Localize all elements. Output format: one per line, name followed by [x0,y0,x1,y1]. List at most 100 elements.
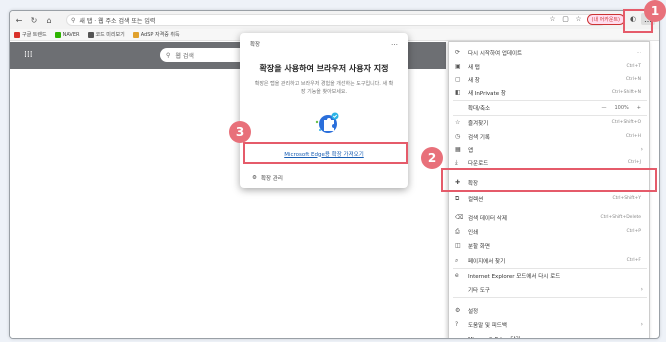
menu-shortcut: … [636,50,642,55]
profile-button[interactable]: (내 어카운트) [586,13,625,25]
menu-shortcut: Ctrl+Shift+Delete [600,215,641,220]
browser-toolbar: ← ↻ ⌂ ⚲ 새 탭 ‧ 웹 주소 검색 또는 입력 ☆ ▢ ☆ (내 어카운… [10,11,659,29]
menu-item-label: 컬렉션 [468,196,484,203]
menu-item[interactable]: ▦ 앱 › [449,143,649,156]
bookmark-label: AdSP 자격증 취득 [140,32,180,38]
menu-item-label: 다운로드 [468,160,489,167]
step-badge-1: 1 [644,0,666,22]
favorites-icon: ☆ [455,119,461,126]
menu-item-label: 확대/축소 [468,105,491,112]
favorites-icon[interactable]: ☆ [574,14,584,24]
bookmark-favicon-icon [87,31,94,38]
menu-item[interactable]: ⌕ 페이지에서 찾기 Ctrl+F [449,254,649,267]
manage-extensions-button[interactable]: ⚙ 확장 관리 [252,174,283,182]
menu-item[interactable]: ⟳ 다시 시작하여 업데이트… [449,46,649,59]
app-launcher-icon[interactable]: ⁞⁞⁞ [24,50,33,60]
chevron-right-icon: › [640,146,643,153]
menu-shortcut: Ctrl+F [626,258,641,263]
menu-item-label: 검색 데이터 삭제 [468,215,507,222]
menu-item-label: Microsoft Edge 닫기 [468,335,521,339]
inprivate-icon: ◧ [455,89,461,96]
menu-item[interactable]: e Internet Explorer 모드에서 다시 로드 [449,269,649,282]
menu-shortcut: Ctrl+T [626,64,641,69]
menu-item-label: 분할 화면 [468,243,490,250]
search-icon: ⚲ [166,51,171,59]
menu-item[interactable]: ⚙ 설정 [449,304,649,317]
popup-description: 확장은 탭을 관리하고 브라우저 경험을 개선하는 도구입니다. 새 확장 기능… [254,81,394,95]
bookmark-label: 코드 미리보기 [95,32,125,38]
menu-item-label: 새 탭 [468,64,480,71]
menu-item-label: 앱 [468,147,474,154]
step-badge-2: 2 [421,147,443,169]
menu-shortcut: Ctrl+J [627,160,641,165]
bookmark-favicon-icon [54,31,61,38]
bookmark-label: 구글 트렌드 [22,32,47,38]
back-icon[interactable]: ← [13,14,25,26]
menu-item[interactable]: ⌫ 검색 데이터 삭제 Ctrl+Shift+Delete [449,211,649,224]
zoom-out-button[interactable]: — [602,105,607,111]
menu-item[interactable]: Microsoft Edge 닫기 [449,332,649,339]
bookmark-favicon-icon [132,31,139,38]
popup-header: 확장 [250,42,261,48]
extensions-popup: 확장 … 확장을 사용하여 브라우저 사용자 지정 확장은 탭을 관리하고 브라… [240,33,408,188]
bookmark-item[interactable]: AdSP 자격증 취득 [132,31,180,38]
gear-icon: ⚙ [252,175,257,181]
new-window-icon: ▢ [455,76,461,83]
menu-item-label: 도움말 및 피드백 [468,322,507,329]
apps-icon: ▦ [455,146,461,153]
bookmark-item[interactable]: NAVER [54,31,80,38]
settings-icon: ⚙ [455,307,461,314]
ie-mode-icon: e [455,272,459,279]
zoom-in-button[interactable]: + [637,105,641,111]
history-icon: ◷ [455,133,461,140]
search-icon: ⚲ [71,16,76,24]
help-icon: ? [455,321,459,328]
menu-shortcut: Ctrl+Shift+O [611,120,641,125]
popup-more-button[interactable]: … [391,39,398,47]
highlight-extensions-item [441,168,657,192]
menu-item[interactable]: ? 도움말 및 피드백 › [449,318,649,331]
print-icon: ⎙ [455,227,460,235]
refresh-icon[interactable]: ↻ [28,14,40,26]
highlight-get-extensions-link [243,142,408,164]
menu-item-label: 설정 [468,308,479,315]
ntp-search-placeholder: 웹 검색 [175,52,194,60]
menu-item[interactable]: ◷ 검색 기록 Ctrl+H [449,130,649,143]
downloads-icon: ⤓ [455,158,458,166]
bookmark-item[interactable]: 코드 미리보기 [87,31,125,38]
home-icon[interactable]: ⌂ [43,14,55,26]
menu-shortcut: Ctrl+H [625,134,641,139]
menu-item[interactable]: ◧ 새 InPrivate 창 Ctrl+Shift+N [449,86,649,99]
zoom-level: 100% [614,104,629,111]
extension-puzzle-icon [315,112,339,133]
bookmark-item[interactable]: 구글 트렌드 [14,31,47,38]
menu-item[interactable]: ⧉ 컬렉션 Ctrl+Shift+Y [449,192,649,205]
chevron-right-icon: › [640,321,643,328]
favorite-star-icon[interactable]: ☆ [548,14,558,24]
menu-item-label: Internet Explorer 모드에서 다시 로드 [468,273,561,280]
menu-item[interactable]: ▣ 새 탭 Ctrl+T [449,60,649,73]
address-text: 새 탭 ‧ 웹 주소 검색 또는 입력 [79,17,156,25]
manage-extensions-label: 확장 관리 [260,176,283,182]
menu-shortcut: Ctrl+N [625,77,641,82]
split-screen-icon[interactable]: ▢ [561,14,571,24]
menu-item-label: 새 창 [468,77,480,84]
menu-item[interactable]: 확대/축소 — 100% + [449,101,649,114]
menu-divider [453,297,647,298]
address-bar[interactable]: ⚲ 새 탭 ‧ 웹 주소 검색 또는 입력 [66,14,606,26]
menu-item[interactable]: 기타 도구 › [449,283,649,296]
menu-item-label: 기타 도구 [468,287,490,294]
menu-item[interactable]: ◫ 분할 화면 [449,239,649,252]
menu-item-label: 검색 기록 [468,134,490,141]
collections-icon: ⧉ [455,194,460,202]
menu-item-label: 페이지에서 찾기 [468,258,506,265]
menu-item[interactable]: ☆ 즐겨찾기 Ctrl+Shift+O [449,116,649,129]
split-screen-icon: ◫ [455,242,461,249]
menu-item-label: 즐겨찾기 [468,120,489,127]
bookmark-label: NAVER [62,31,80,38]
new-tab-icon: ▣ [455,63,461,70]
menu-item[interactable]: ⎙ 인쇄 Ctrl+P [449,225,649,238]
find-icon: ⌕ [455,256,459,264]
menu-item[interactable]: ▢ 새 창 Ctrl+N [449,73,649,86]
zoom-controls: — 100% + [602,105,642,111]
